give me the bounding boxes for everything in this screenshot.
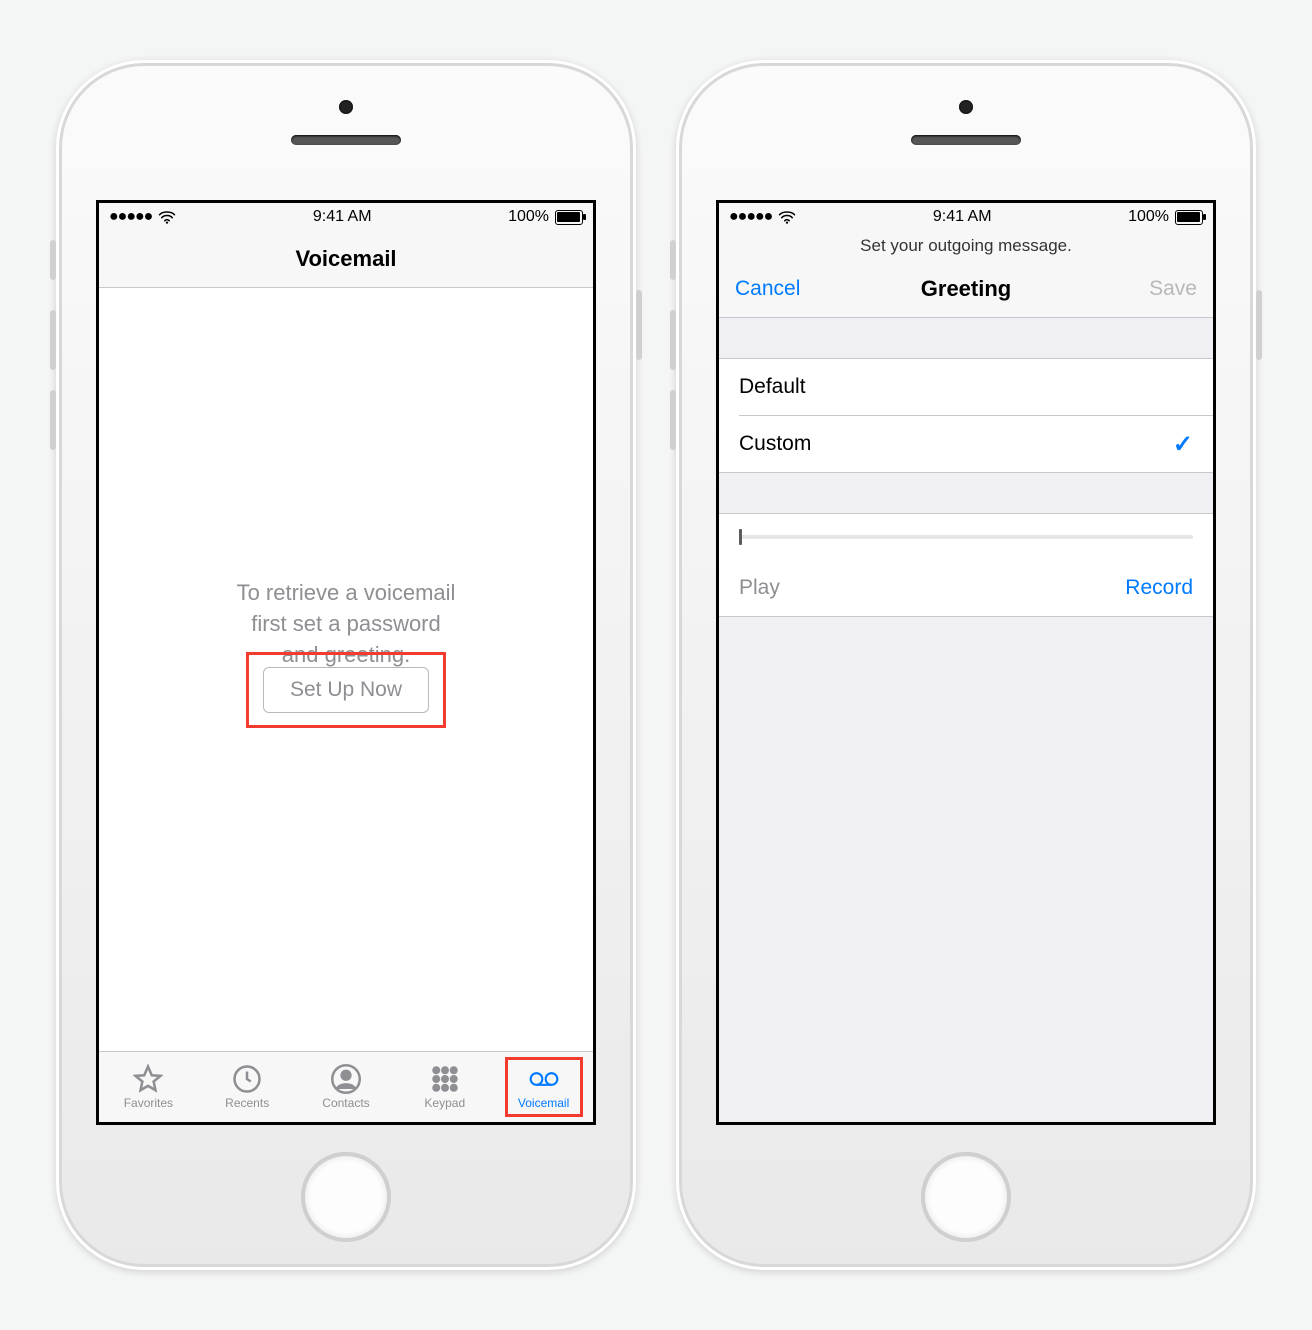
- phone-device-right: ●●●●● 9:41 AM 100% Set your outgoing mes…: [676, 60, 1256, 1270]
- content-right: Default Custom ✓ Play Record: [719, 318, 1213, 1122]
- signal-strength-icon: ●●●●●: [109, 208, 152, 226]
- navbar-voicemail: Voicemail: [99, 231, 593, 288]
- navbar-title: Greeting: [921, 276, 1011, 302]
- wifi-icon: [778, 210, 796, 224]
- signal-strength-icon: ●●●●●: [729, 208, 772, 226]
- keypad-icon: [430, 1064, 460, 1094]
- option-custom[interactable]: Custom ✓: [739, 415, 1213, 472]
- phone-device-left: ●●●●● 9:41 AM 100% Voicemail To retrieve…: [56, 60, 636, 1270]
- cell-label: Custom: [739, 432, 811, 456]
- status-bar: ●●●●● 9:41 AM 100%: [99, 203, 593, 231]
- power-button: [636, 290, 642, 360]
- cancel-button[interactable]: Cancel: [735, 261, 800, 317]
- record-button[interactable]: Record: [1125, 576, 1193, 600]
- empty-line: To retrieve a voicemail: [139, 578, 553, 609]
- setup-highlight-box: Set Up Now: [246, 652, 446, 728]
- tab-favorites[interactable]: Favorites: [114, 1062, 182, 1112]
- home-button[interactable]: [301, 1152, 391, 1242]
- clock-icon: [232, 1064, 262, 1094]
- tab-voicemail[interactable]: Voicemail: [510, 1062, 578, 1112]
- tab-label: Contacts: [322, 1096, 369, 1110]
- greeting-options-list: Default Custom ✓: [719, 358, 1213, 473]
- star-icon: [133, 1064, 163, 1094]
- volume-up-button: [50, 310, 56, 370]
- content-left: To retrieve a voicemail first set a pass…: [99, 288, 593, 1051]
- home-button[interactable]: [921, 1152, 1011, 1242]
- navbar-greeting: Cancel Greeting Save: [719, 261, 1213, 318]
- battery-percentage: 100%: [1128, 208, 1169, 226]
- empty-line: first set a password: [139, 609, 553, 640]
- tab-recents[interactable]: Recents: [213, 1062, 281, 1112]
- prompt-text: Set your outgoing message.: [719, 231, 1213, 261]
- tab-label: Recents: [225, 1096, 269, 1110]
- mute-switch: [670, 240, 676, 280]
- set-up-now-button[interactable]: Set Up Now: [263, 667, 429, 713]
- battery-icon: [1175, 210, 1203, 225]
- status-time: 9:41 AM: [313, 208, 372, 226]
- tab-bar: Favorites Recents Contacts Keypad: [99, 1051, 593, 1122]
- checkmark-icon: ✓: [1173, 430, 1193, 459]
- volume-down-button: [670, 390, 676, 450]
- tab-label: Voicemail: [518, 1096, 569, 1110]
- battery-icon: [555, 210, 583, 225]
- earpiece-speaker: [911, 135, 1021, 145]
- save-button[interactable]: Save: [1149, 261, 1197, 317]
- navbar-title: Voicemail: [295, 246, 396, 272]
- screen-right: ●●●●● 9:41 AM 100% Set your outgoing mes…: [716, 200, 1216, 1125]
- tab-keypad[interactable]: Keypad: [411, 1062, 479, 1112]
- volume-up-button: [670, 310, 676, 370]
- screen-left: ●●●●● 9:41 AM 100% Voicemail To retrieve…: [96, 200, 596, 1125]
- mute-switch: [50, 240, 56, 280]
- battery-percentage: 100%: [508, 208, 549, 226]
- status-bar: ●●●●● 9:41 AM 100%: [719, 203, 1213, 231]
- voicemail-icon: [529, 1064, 559, 1094]
- playback-scrubber[interactable]: [719, 514, 1213, 560]
- front-camera: [339, 100, 353, 114]
- cell-label: Default: [739, 375, 806, 399]
- tab-label: Keypad: [424, 1096, 465, 1110]
- wifi-icon: [158, 210, 176, 224]
- tab-contacts[interactable]: Contacts: [312, 1062, 380, 1112]
- front-camera: [959, 100, 973, 114]
- volume-down-button: [50, 390, 56, 450]
- power-button: [1256, 290, 1262, 360]
- scrubber-thumb-icon[interactable]: [739, 529, 742, 545]
- earpiece-speaker: [291, 135, 401, 145]
- option-default[interactable]: Default: [719, 359, 1213, 415]
- tab-label: Favorites: [124, 1096, 173, 1110]
- status-time: 9:41 AM: [933, 208, 992, 226]
- play-button[interactable]: Play: [739, 576, 780, 600]
- recorder-group: Play Record: [719, 513, 1213, 617]
- person-icon: [331, 1064, 361, 1094]
